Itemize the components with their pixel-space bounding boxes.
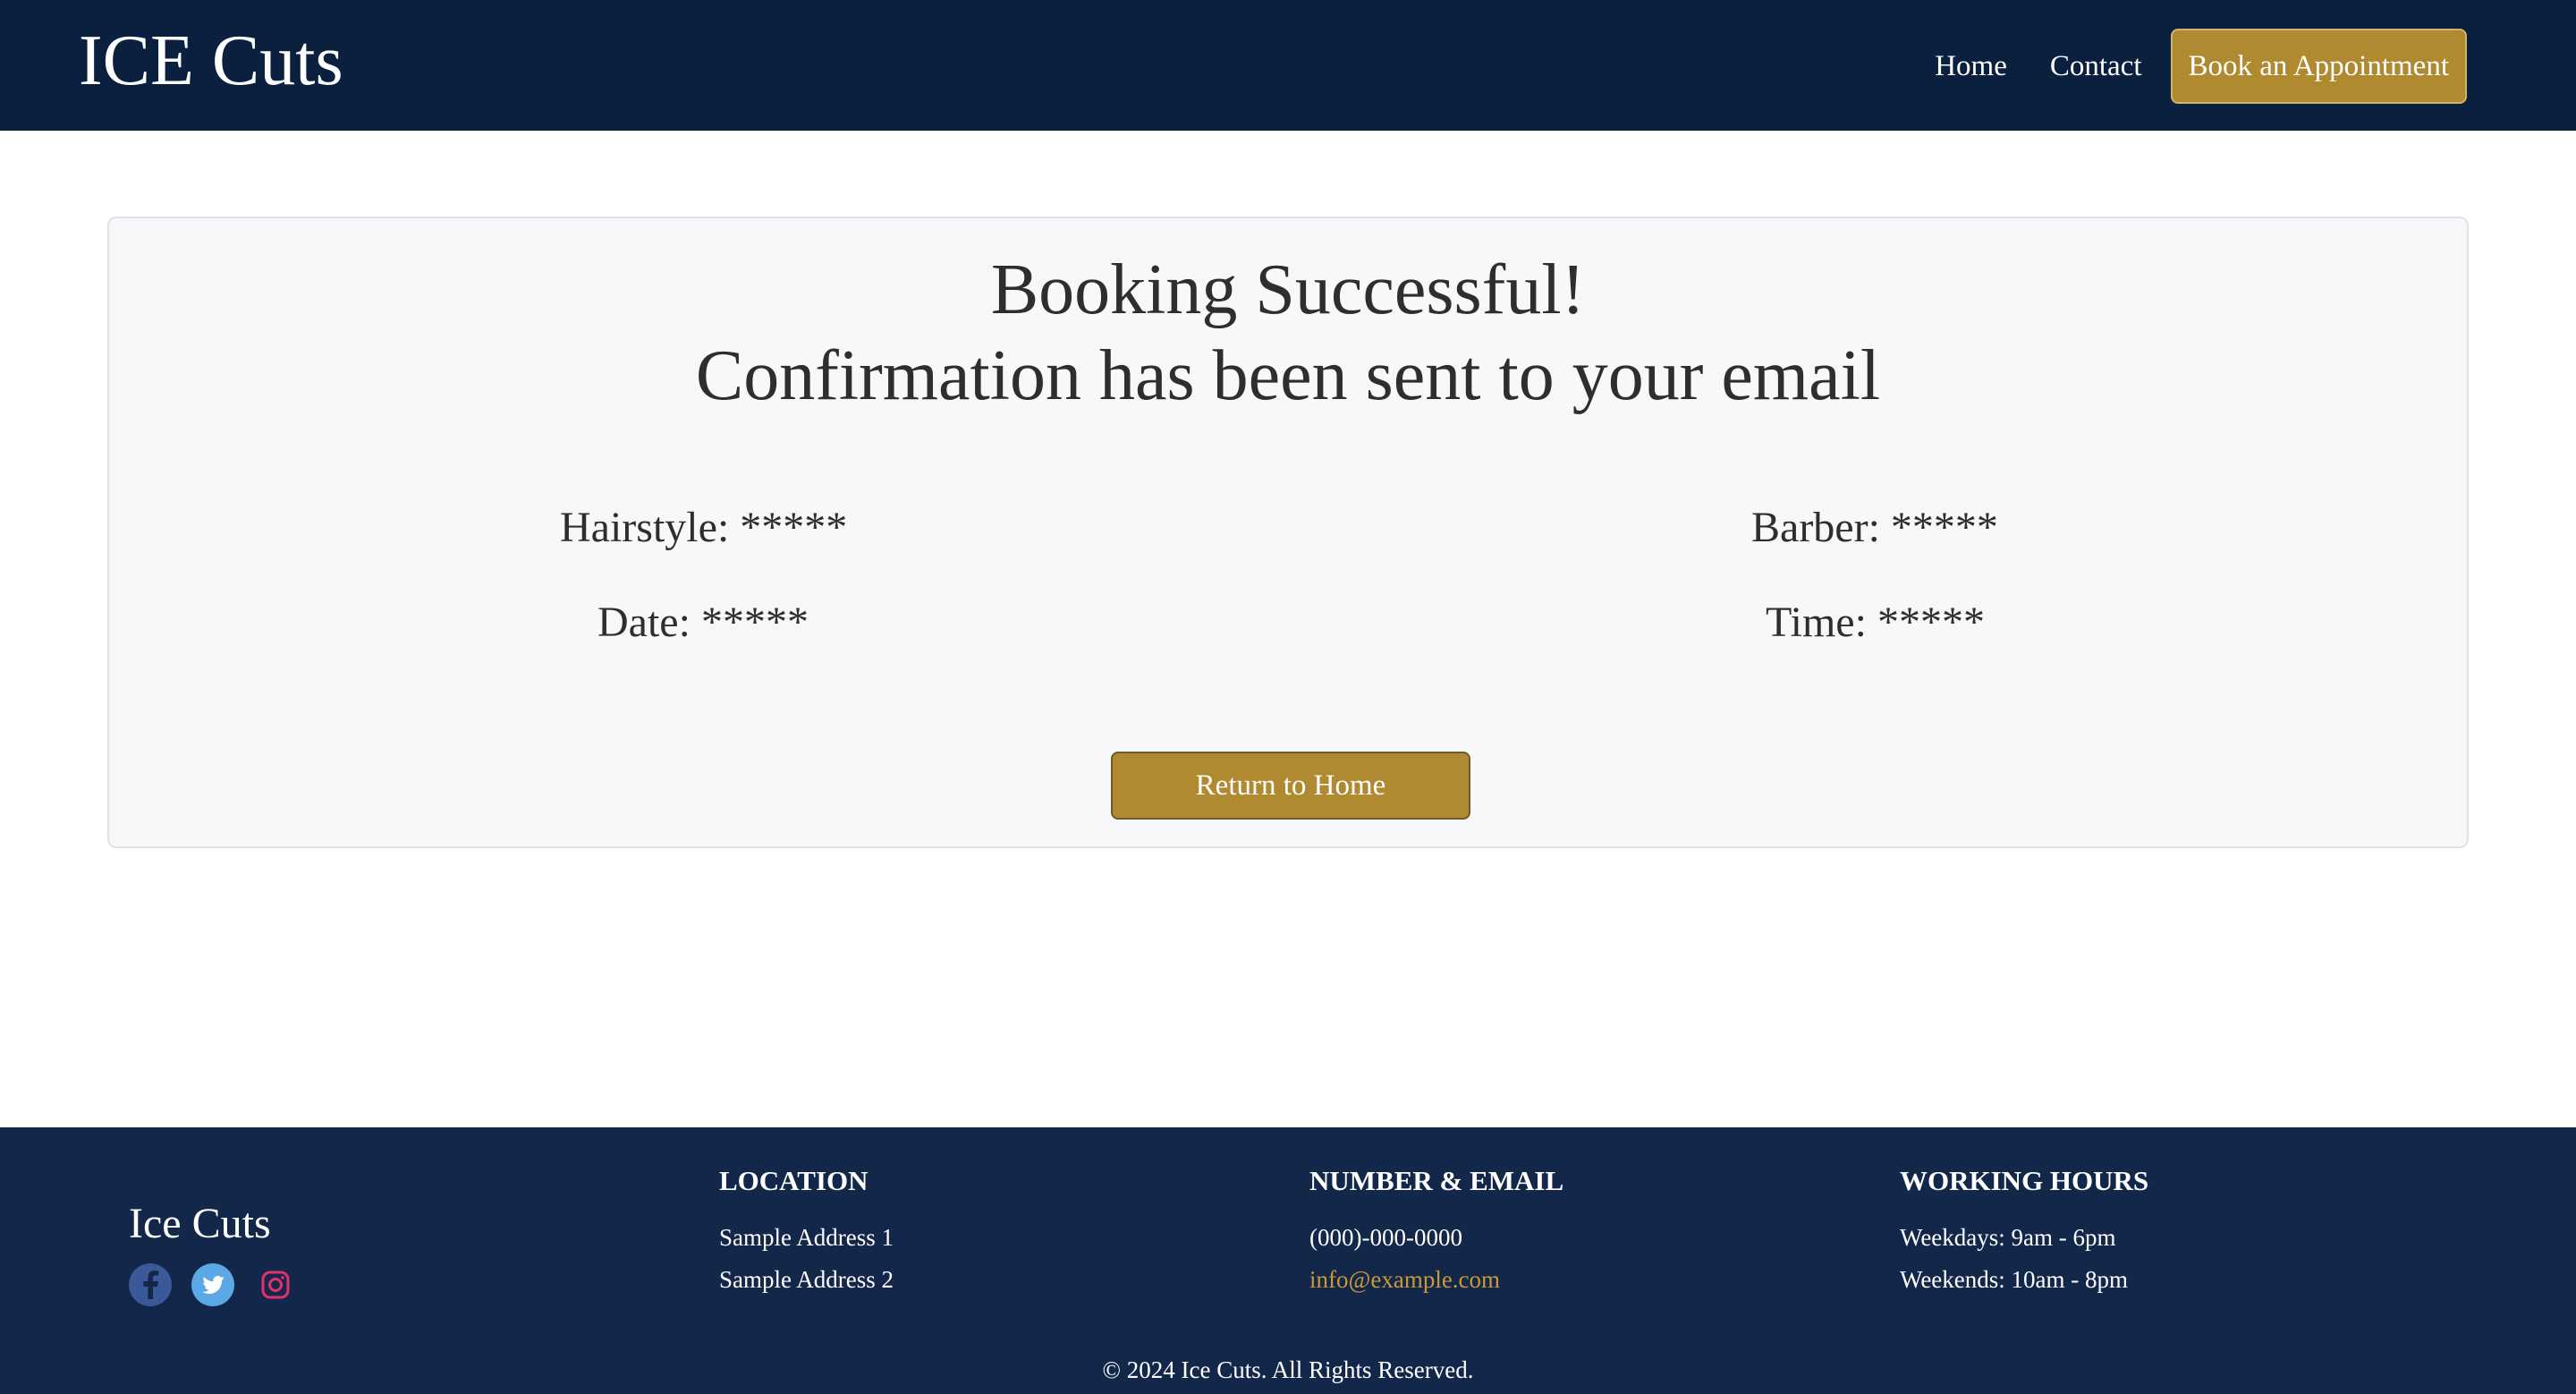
confirmation-subtitle: Confirmation has been sent to your email [695,336,1881,415]
nav-links: Home Contact Book an Appointment [1935,29,2467,104]
time-detail: Time: ***** [1766,599,1985,646]
navbar: ICE Cuts Home Contact Book an Appointmen… [0,0,2576,131]
weekday-hours: Weekdays: 9am - 6pm [1900,1224,2116,1251]
hairstyle-detail: Hairstyle: ***** [560,504,848,551]
social-links [129,1263,317,1306]
footer-contact: NUMBER & EMAIL (000)-000-0000 info@examp… [1309,1154,1563,1308]
copyright: © 2024 Ice Cuts. All Rights Reserved. [1102,1356,1474,1383]
instagram-icon[interactable] [254,1263,297,1306]
address-line-2: Sample Address 2 [719,1266,894,1293]
book-appointment-button[interactable]: Book an Appointment [2170,29,2467,104]
footer-location: LOCATION Sample Address 1 Sample Address… [719,1154,894,1308]
barber-detail: Barber: ***** [1751,504,1998,551]
phone-number: (000)-000-0000 [1309,1224,1462,1251]
nav-home-link[interactable]: Home [1935,50,2007,83]
address-line-1: Sample Address 1 [719,1224,894,1251]
return-home-button[interactable]: Return to Home [1111,752,1470,820]
nav-contact-link[interactable]: Contact [2050,50,2142,83]
location-heading: LOCATION [719,1165,869,1196]
facebook-icon[interactable] [129,1263,172,1306]
confirmation-card: Booking Successful! Confirmation has bee… [107,217,2469,848]
date-detail: Date: ***** [597,599,809,646]
footer-hours: WORKING HOURS Weekdays: 9am - 6pm Weeken… [1900,1154,2148,1308]
email-link[interactable]: info@example.com [1309,1266,1563,1294]
footer: Ice Cuts LOCATION Sample Address 1 Sampl… [0,1127,2576,1394]
footer-brand: Ice Cuts [129,1200,271,1247]
page-title: Booking Successful! [990,251,1586,329]
brand-logo[interactable]: ICE Cuts [79,18,343,104]
twitter-icon[interactable] [191,1263,234,1306]
weekend-hours: Weekends: 10am - 8pm [1900,1266,2129,1293]
contact-heading: NUMBER & EMAIL [1309,1165,1564,1196]
hours-heading: WORKING HOURS [1900,1165,2149,1196]
